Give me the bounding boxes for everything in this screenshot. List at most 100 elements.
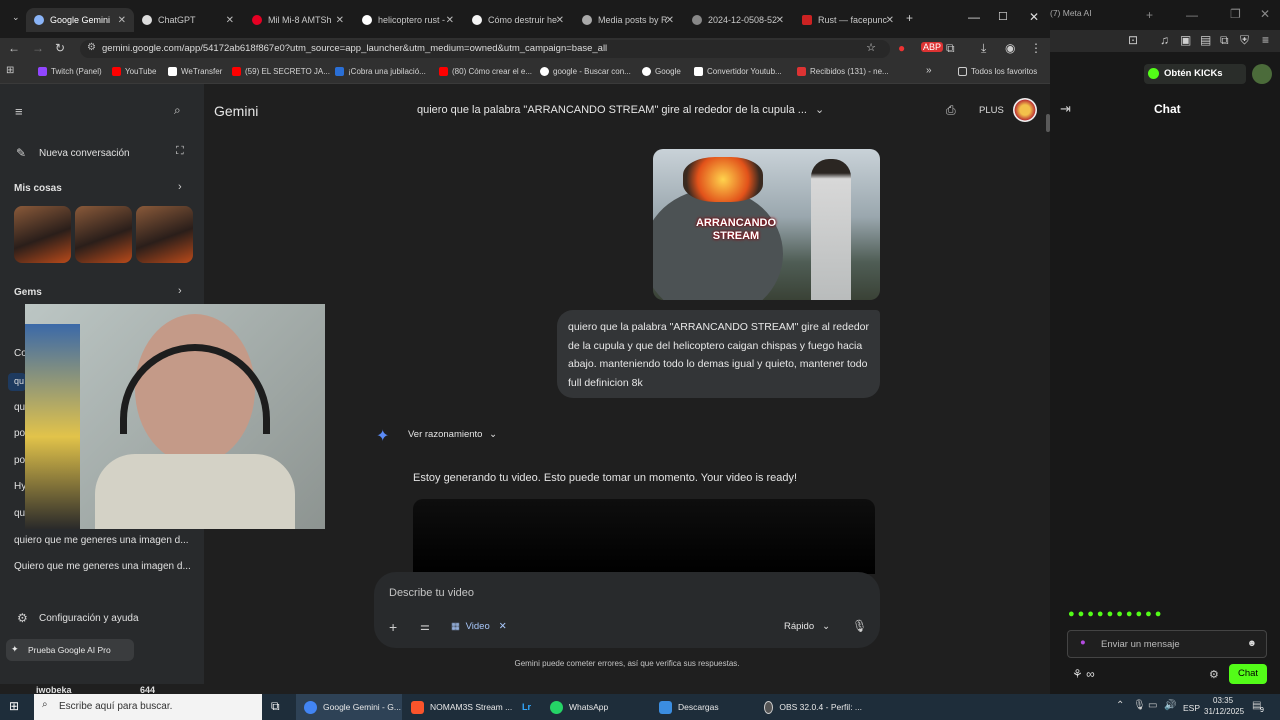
bookmark-jubilacion[interactable]: ¡Cobra una jubilació... — [335, 67, 426, 76]
infinity-points[interactable]: ⚘ ∞ — [1072, 667, 1095, 681]
minimize-icon[interactable]: — — [968, 10, 980, 24]
chevron-right-icon[interactable]: › — [178, 181, 182, 193]
site-info-icon[interactable]: ⚙ — [87, 42, 96, 53]
tab-media-posts[interactable]: Media posts by R ✕ — [574, 8, 682, 32]
chat-item[interactable]: Quiero que me generes una imagen d... — [14, 561, 191, 572]
taskbar-app-brave[interactable]: NOMAM3S Stream ... — [405, 694, 513, 720]
collapse-chat-icon[interactable]: ⇥ — [1060, 101, 1071, 117]
taskbar-app-lightroom[interactable]: Lr — [516, 694, 542, 720]
clock-date[interactable]: 31/12/2025 — [1204, 707, 1244, 716]
back-icon[interactable]: ← — [8, 41, 20, 55]
menu-icon[interactable]: ≡ — [1262, 33, 1269, 47]
gems-heading[interactable]: Gems — [14, 287, 42, 298]
tab-chatgpt[interactable]: ChatGPT ✕ — [134, 8, 242, 32]
chat-item-active[interactable]: qu — [8, 373, 26, 391]
network-icon[interactable]: ▭ — [1148, 700, 1157, 711]
emoji-icon[interactable]: ☻ — [1247, 638, 1257, 649]
chevron-right-icon[interactable]: › — [178, 285, 182, 297]
taskbar-app-downloads[interactable]: Descargas — [655, 694, 755, 720]
conversation-title[interactable]: quiero que la palabra "ARRANCANDO STREAM… — [417, 104, 807, 116]
get-kicks-button[interactable]: Obtén KICKs — [1144, 64, 1246, 84]
bookmark-como-crear[interactable]: (80) Cómo crear el e... — [439, 67, 532, 76]
chat-message-input[interactable]: ● Enviar un mensaje ☻ — [1067, 630, 1267, 658]
prompt-input[interactable]: Describe tu video — [389, 587, 474, 599]
bookmark-convertidor[interactable]: Convertidor Youtub... — [694, 67, 782, 76]
hamburger-menu-icon[interactable]: ≡ — [15, 104, 23, 119]
taskbar-search[interactable]: ⌕ Escribe aquí para buscar. — [34, 694, 262, 720]
bookmarks-overflow[interactable]: » — [926, 65, 932, 76]
maximize-icon[interactable]: ☐ — [998, 10, 1008, 23]
sidebar-icon[interactable]: ▣ — [1180, 33, 1191, 47]
close-icon[interactable]: ✕ — [336, 15, 344, 26]
bookmark-google-buscar[interactable]: google - Buscar con... — [540, 67, 631, 76]
tools-sliders-icon[interactable]: ⚌ — [420, 620, 430, 633]
taskbar-app-obs[interactable]: OBS 32.0.4 - Perfil: ... — [760, 694, 862, 720]
add-icon[interactable]: + — [389, 619, 397, 635]
tab-google-gemini[interactable]: Google Gemini ✕ — [26, 8, 134, 32]
my-stuff-thumb-1[interactable] — [14, 206, 71, 263]
window-close-icon[interactable]: ✕ — [1029, 10, 1039, 24]
emote-bar[interactable]: ●●●●●●●●●● — [1068, 608, 1268, 624]
close-icon[interactable]: ✕ — [446, 15, 454, 26]
tab-search-icon[interactable]: ⌄ — [12, 12, 20, 23]
remove-chip-icon[interactable]: ✕ — [499, 621, 507, 632]
tab-helicoptero[interactable]: helicoptero rust - ✕ — [354, 8, 462, 32]
chevron-down-icon[interactable]: ⌄ — [815, 103, 824, 116]
bookmark-gmail[interactable]: Recibidos (131) - ne... — [797, 67, 889, 76]
language-indicator[interactable]: ESP — [1183, 703, 1200, 713]
clock-time[interactable]: 03:35 — [1213, 696, 1233, 705]
user-avatar[interactable] — [1252, 64, 1272, 84]
chat-item[interactable]: po — [14, 428, 25, 439]
forward-icon[interactable]: → — [32, 41, 44, 55]
extension-icon[interactable]: ● — [898, 41, 905, 55]
wallet-icon[interactable]: ▤ — [1200, 33, 1211, 47]
bookmark-google[interactable]: Google — [642, 67, 681, 76]
bookmark-youtube[interactable]: YouTube — [112, 67, 156, 76]
window-close-icon[interactable]: ✕ — [1260, 7, 1270, 21]
close-icon[interactable]: ✕ — [118, 15, 126, 26]
close-icon[interactable]: ✕ — [666, 15, 674, 26]
task-view-icon[interactable]: ⧉ — [271, 699, 280, 714]
gear-icon[interactable]: ⚙ — [1209, 668, 1219, 681]
tab-meta-ai[interactable]: (7) Meta AI — [1050, 8, 1092, 18]
generated-video[interactable] — [413, 499, 875, 574]
media-icon[interactable]: ♫ — [1160, 33, 1169, 47]
bookmark-wetransfer[interactable]: WeTransfer — [168, 67, 222, 76]
abp-extension-icon[interactable]: ABP — [921, 42, 944, 52]
close-icon[interactable]: ✕ — [556, 15, 564, 26]
search-icon[interactable]: ⌕ — [174, 103, 181, 118]
apps-grid-icon[interactable]: ⊞ — [6, 65, 14, 76]
all-bookmarks[interactable]: Todos los favoritos — [958, 67, 1037, 76]
close-icon[interactable]: ✕ — [886, 15, 894, 26]
bookmark-twitch[interactable]: Twitch (Panel) — [38, 67, 102, 76]
new-tab-icon[interactable]: + — [1146, 8, 1153, 22]
tab-pinterest[interactable]: Mil Mi-8 AMTSh ✕ — [244, 8, 352, 32]
my-stuff-thumb-2[interactable] — [75, 206, 132, 263]
settings-help-button[interactable]: Configuración y ayuda — [39, 613, 139, 624]
user-uploaded-image[interactable]: ARRANCANDO STREAM — [653, 149, 880, 300]
chat-item[interactable]: qu — [14, 508, 25, 519]
my-stuff-heading[interactable]: Mis cosas — [14, 183, 62, 194]
chat-send-button[interactable]: Chat — [1229, 664, 1267, 684]
avatar[interactable] — [1013, 98, 1037, 122]
menu-kebab-icon[interactable]: ⋮ — [1030, 41, 1042, 55]
mic-tray-icon[interactable]: 🎙 — [1133, 700, 1146, 711]
shield-icon[interactable]: ⛨ — [1240, 33, 1249, 48]
close-icon[interactable]: ✕ — [776, 15, 784, 26]
restore-icon[interactable]: ❐ — [1230, 7, 1241, 21]
new-chat-button[interactable]: Nueva conversación — [39, 148, 130, 159]
chat-item[interactable]: quiero que me generes una imagen d... — [14, 535, 189, 546]
address-bar[interactable]: ⚙ gemini.google.com/app/54172ab618f867e0?… — [80, 40, 890, 58]
extensions-icon[interactable]: ⧉ — [1220, 33, 1229, 48]
tab-rust-facepunch[interactable]: Rust — facepunc ✕ — [794, 8, 902, 32]
screenshot-icon[interactable]: ⊡ — [1128, 33, 1138, 47]
tab-como-destruir[interactable]: Cómo destruir he ✕ — [464, 8, 572, 32]
taskbar-app-chrome[interactable]: Google Gemini - G... — [296, 694, 402, 720]
video-chip[interactable]: ▦ Video ✕ — [451, 621, 507, 632]
gemini-logo[interactable]: Gemini — [214, 103, 258, 119]
close-icon[interactable]: ✕ — [226, 15, 234, 26]
download-icon[interactable]: ⤓ — [981, 41, 986, 56]
volume-icon[interactable]: 🔊 — [1164, 700, 1176, 711]
show-reasoning-button[interactable]: Ver razonamiento ⌄ — [408, 429, 497, 440]
new-tab-icon[interactable]: + — [906, 11, 913, 25]
